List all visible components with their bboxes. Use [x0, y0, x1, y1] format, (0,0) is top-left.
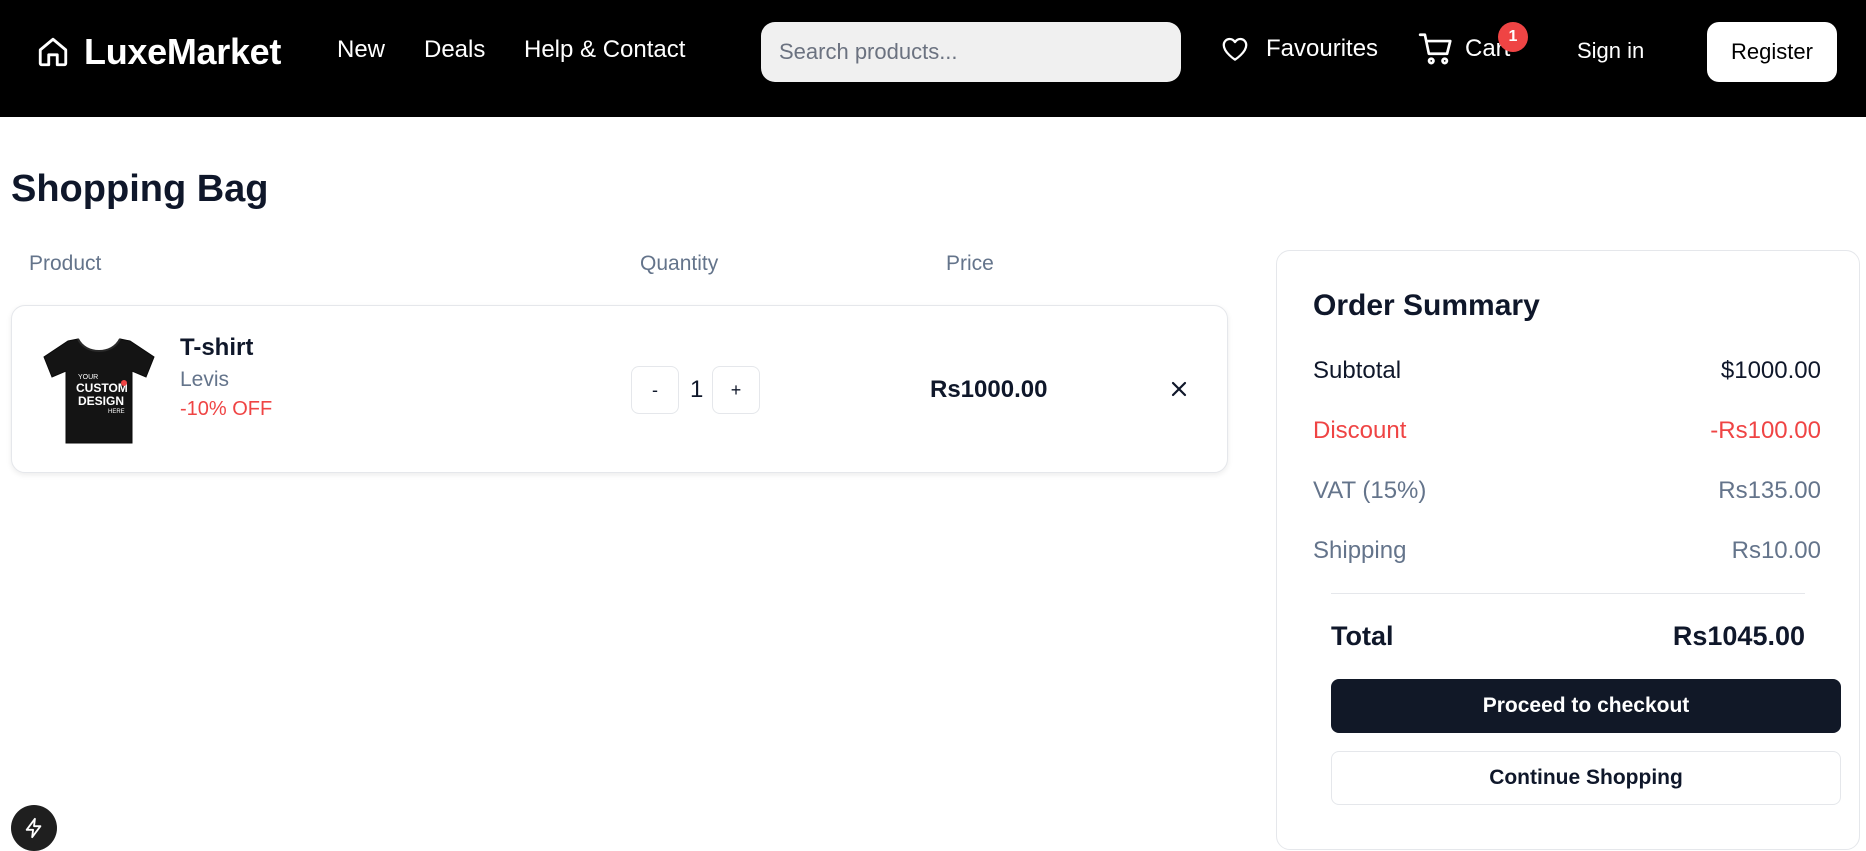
discount-value: -Rs100.00	[1710, 417, 1821, 444]
shipping-label: Shipping	[1313, 537, 1407, 564]
quantity-value: 1	[690, 376, 704, 403]
product-brand: Levis	[180, 368, 230, 391]
logo[interactable]: LuxeMarket	[36, 30, 281, 74]
total-value: Rs1045.00	[1672, 621, 1805, 651]
vat-label: VAT (15%)	[1313, 477, 1427, 504]
order-summary: Order Summary Subtotal $1000.00 Discount…	[1276, 250, 1860, 850]
cart-link[interactable]: Cart 1	[1417, 22, 1528, 68]
product-discount: -10% OFF	[180, 398, 273, 420]
discount-label: Discount	[1313, 417, 1407, 444]
brand-name: LuxeMarket	[84, 31, 282, 72]
total-label: Total	[1331, 621, 1394, 651]
summary-vat-row: VAT (15%) Rs135.00	[1313, 477, 1821, 505]
page-title: Shopping Bag	[11, 168, 269, 210]
image-text-top: YOUR	[78, 374, 98, 381]
nav-new[interactable]: New	[337, 36, 385, 64]
product-image[interactable]: YOUR CUSTOM DESIGN HERE	[38, 331, 160, 449]
subtotal-value: $1000.00	[1720, 357, 1821, 384]
summary-shipping-row: Shipping Rs10.00	[1313, 537, 1821, 565]
continue-shopping-button[interactable]: Continue Shopping	[1331, 751, 1841, 805]
subtotal-label: Subtotal	[1313, 357, 1402, 384]
home-icon	[38, 37, 68, 67]
image-text-line1: CUSTOM	[76, 381, 128, 395]
site-header: LuxeMarket New Deals Help & Contact Favo…	[0, 0, 1866, 117]
image-text-line2: DESIGN	[78, 394, 124, 408]
search-input[interactable]	[761, 22, 1181, 82]
bolt-icon	[25, 817, 42, 839]
column-header-product: Product	[29, 252, 102, 275]
remove-item-button[interactable]	[1164, 374, 1194, 404]
cart-count-badge: 1	[1498, 22, 1528, 52]
column-header-quantity: Quantity	[640, 252, 719, 275]
heart-icon	[1222, 37, 1248, 61]
summary-total-row: Total Rs1045.00	[1331, 621, 1805, 652]
register-button[interactable]: Register	[1707, 22, 1837, 82]
quantity-decrease-button[interactable]: -	[631, 366, 679, 414]
vat-value: Rs135.00	[1718, 477, 1821, 504]
favourites-label: Favourites	[1266, 35, 1379, 62]
product-name[interactable]: T-shirt	[180, 334, 253, 362]
summary-divider	[1331, 593, 1805, 594]
cart-icon	[1418, 33, 1452, 65]
dev-tools-button[interactable]	[11, 805, 57, 851]
order-summary-title: Order Summary	[1313, 289, 1540, 322]
column-header-price: Price	[946, 252, 994, 275]
nav-help-contact[interactable]: Help & Contact	[524, 36, 685, 64]
proceed-to-checkout-button[interactable]: Proceed to checkout	[1331, 679, 1841, 733]
nav-deals[interactable]: Deals	[424, 36, 485, 64]
favourites-link[interactable]: Favourites	[1220, 34, 1378, 64]
product-price: Rs1000.00	[930, 376, 1048, 403]
image-text-bottom: HERE	[108, 409, 125, 415]
sign-in-link[interactable]: Sign in	[1577, 38, 1644, 64]
shipping-value: Rs10.00	[1731, 537, 1821, 564]
summary-subtotal-row: Subtotal $1000.00	[1313, 357, 1821, 385]
quantity-increase-button[interactable]: +	[712, 366, 760, 414]
summary-discount-row: Discount -Rs100.00	[1313, 417, 1821, 445]
cart-item-row: YOUR CUSTOM DESIGN HERE T-shirt Levis -1…	[11, 305, 1228, 473]
close-icon	[1171, 381, 1187, 397]
